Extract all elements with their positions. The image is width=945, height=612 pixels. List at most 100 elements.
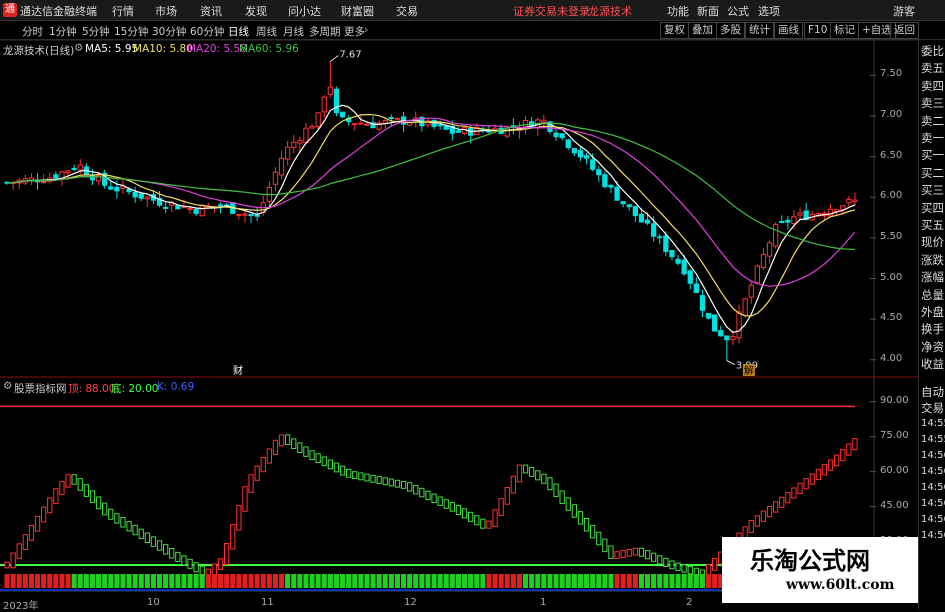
signal-block	[620, 574, 626, 588]
indicator-bar	[382, 477, 388, 486]
candle-body	[596, 169, 602, 176]
indicator-bar	[577, 511, 584, 525]
signal-block	[144, 574, 150, 588]
indicator-bar	[297, 442, 303, 454]
signal-block	[474, 574, 480, 588]
indicator-bar	[754, 515, 760, 527]
signal-block	[449, 574, 455, 588]
signal-block	[486, 574, 492, 588]
auto-trade-label[interactable]: 交易	[921, 401, 944, 415]
signal-block	[83, 574, 89, 588]
candle-body	[687, 270, 693, 284]
candle-body	[638, 213, 645, 223]
indicator-bar	[77, 478, 83, 491]
signal-block	[706, 574, 712, 588]
indicator-bar	[291, 438, 297, 449]
marker-jie: 解	[744, 364, 754, 377]
kline-chart[interactable]: 7.673.99财解	[0, 0, 918, 609]
indicator-bar	[809, 473, 815, 485]
signal-block	[126, 574, 132, 588]
candle-body	[327, 86, 333, 95]
candle-body	[614, 186, 620, 201]
indicator-bar	[156, 540, 163, 551]
watermark-title: 乐淘公式网	[750, 546, 870, 575]
indicator-bar	[309, 450, 315, 460]
indicator-bar	[773, 501, 779, 513]
candle-body	[321, 96, 327, 113]
signal-block	[340, 574, 346, 588]
signal-block	[309, 574, 315, 588]
quote-field-label: 涨跌	[921, 252, 944, 267]
signal-block	[364, 574, 370, 588]
indicator-bar	[224, 542, 230, 565]
indicator-bar	[443, 499, 449, 509]
signal-block	[187, 574, 193, 588]
signal-block	[669, 574, 675, 588]
signal-block	[157, 574, 163, 588]
signal-block	[315, 574, 321, 588]
indicator-bar	[413, 484, 419, 495]
indicator-bar	[638, 547, 645, 557]
signal-block	[108, 574, 114, 588]
candle-body	[455, 130, 462, 133]
indicator-bar	[346, 468, 352, 478]
signal-block	[321, 574, 327, 588]
tick-time-label: 14:56	[921, 482, 945, 493]
indicator-bar	[669, 560, 675, 570]
signal-block	[590, 574, 596, 588]
candle-body	[315, 112, 321, 127]
indicator-bar	[278, 434, 285, 447]
indicator-bar	[846, 443, 852, 456]
indicator-bar	[620, 550, 626, 558]
signal-block	[120, 574, 126, 588]
candle-body	[242, 213, 248, 216]
indicator-bar	[547, 477, 553, 491]
signal-block	[681, 574, 687, 588]
indicator-bar	[498, 498, 504, 516]
indicator-bar	[815, 468, 821, 481]
signal-block	[626, 574, 632, 588]
signal-block	[376, 574, 382, 588]
indicator-bar	[114, 513, 120, 524]
candle-body	[388, 117, 394, 120]
indicator-bar	[376, 476, 382, 484]
signal-block	[205, 574, 211, 588]
candle-body	[248, 214, 254, 217]
indicator-bar	[437, 496, 443, 506]
candle-body	[773, 224, 779, 247]
indicator-bar	[339, 465, 346, 476]
candle-body	[827, 208, 834, 217]
indicator-bar	[327, 459, 333, 470]
signal-block	[211, 574, 217, 588]
indicator-bar	[254, 465, 260, 481]
signal-block	[699, 574, 705, 588]
candle-body	[583, 155, 590, 159]
indicator-bar	[461, 508, 468, 519]
indicator-bar	[510, 475, 516, 494]
y-tick-label: 90.00	[880, 394, 909, 406]
y-tick-label: 4.00	[880, 352, 903, 364]
signal-block	[169, 574, 175, 588]
indicator-bar	[102, 502, 108, 516]
indicator-bar	[126, 520, 132, 532]
signal-block	[89, 574, 95, 588]
signal-block	[577, 574, 583, 588]
indicator-bar	[272, 439, 279, 456]
candle-body	[163, 206, 169, 209]
candle-body	[297, 139, 303, 144]
indicator-bar	[352, 471, 358, 480]
indicator-bar	[150, 536, 157, 547]
auto-trade-label[interactable]: 自动	[921, 385, 944, 399]
indicator-bar	[419, 487, 425, 498]
signal-block	[285, 574, 291, 588]
indicator-bar	[455, 505, 462, 515]
signal-block	[468, 574, 474, 588]
indicator-bar	[504, 486, 510, 505]
signal-block	[132, 574, 138, 588]
indicator-bar	[59, 481, 65, 495]
signal-block	[712, 574, 718, 588]
indicator-bar	[65, 474, 71, 488]
signal-block	[193, 574, 199, 588]
tick-time-label: 14:55	[921, 418, 945, 429]
indicator-bar	[4, 561, 10, 569]
